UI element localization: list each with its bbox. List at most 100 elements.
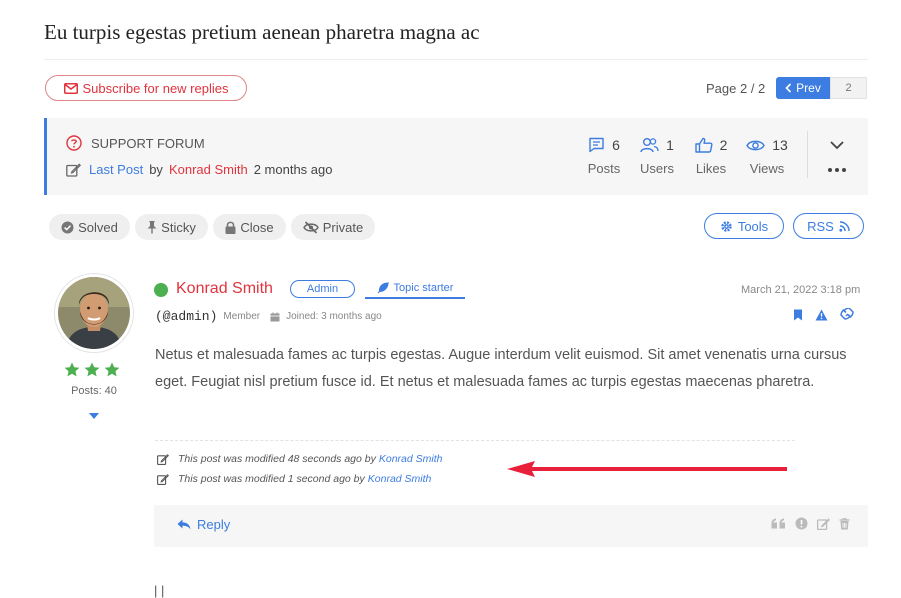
quote-icon[interactable] — [771, 518, 786, 529]
post-footer-actions — [771, 517, 850, 530]
thumbs-up-icon — [694, 137, 713, 153]
stat-likes-value: 2 — [719, 137, 728, 153]
author-details-toggle[interactable] — [87, 408, 101, 426]
edit-icon — [157, 453, 169, 465]
pagination: Prev 2 — [776, 77, 867, 99]
alert-circle-icon[interactable] — [795, 517, 808, 530]
link-icon[interactable] — [840, 308, 854, 321]
chevron-down-icon — [830, 141, 844, 150]
by-label: by — [149, 162, 163, 177]
author-meta-row: (@admin) Member Joined: 3 months ago — [155, 309, 382, 324]
solved-label: Solved — [78, 219, 118, 235]
posts-icon — [589, 137, 604, 153]
stat-views: 13 Views — [742, 135, 792, 176]
avatar-image — [58, 277, 130, 349]
page-number-2[interactable]: 2 — [830, 77, 867, 99]
topic-starter-label: Topic starter — [393, 282, 454, 294]
member-type: Member — [223, 311, 261, 322]
stat-users: 1 Users — [632, 135, 682, 176]
author-handle: (@admin) — [155, 309, 218, 324]
subscribe-label: Subscribe for new replies — [82, 80, 229, 96]
annotation-arrow-icon — [507, 461, 787, 477]
rss-icon — [839, 220, 850, 232]
expand-toggle[interactable] — [827, 135, 847, 155]
modification-text-2: This post was modified 1 second ago by — [178, 473, 365, 485]
tools-label: Tools — [737, 218, 769, 234]
title-divider — [44, 59, 868, 60]
modification-author-1[interactable]: Konrad Smith — [379, 453, 443, 465]
prev-label: Prev — [796, 81, 821, 95]
page-indicator: Page 2 / 2 — [706, 81, 766, 96]
trash-icon[interactable] — [839, 517, 850, 530]
edit-post-icon[interactable] — [817, 517, 830, 530]
close-topic-button[interactable]: Close — [213, 214, 286, 240]
topic-title: Eu turpis egestas pretium aenean pharetr… — [44, 20, 480, 44]
close-label: Close — [240, 219, 274, 235]
eye-icon — [746, 140, 766, 150]
online-status-indicator — [154, 283, 168, 297]
eye-slash-icon — [302, 220, 319, 234]
reply-icon — [177, 519, 191, 530]
stat-likes: 2 Likes — [686, 135, 736, 176]
last-post-link[interactable]: Last Post — [89, 162, 143, 177]
stat-views-value: 13 — [772, 137, 788, 153]
question-circle-icon — [66, 135, 82, 151]
joined-date: Joined: 3 months ago — [286, 311, 382, 322]
avatar[interactable] — [54, 273, 134, 353]
calendar-icon — [270, 312, 280, 321]
stat-users-value: 1 — [666, 137, 674, 153]
gear-icon — [721, 220, 732, 232]
post-content: Netus et malesuada fames ac turpis egest… — [155, 347, 847, 390]
stats-divider — [807, 131, 808, 178]
topic-starter-badge: Topic starter — [365, 279, 465, 299]
caret-down-icon — [89, 413, 99, 419]
post-header-actions — [793, 308, 854, 321]
stat-posts: 6 Posts — [579, 135, 629, 176]
reply-button[interactable]: Reply — [177, 517, 230, 532]
author-posts-count: Posts: 40 — [71, 385, 117, 397]
sticky-button[interactable]: Sticky — [135, 214, 208, 240]
forum-row: SUPPORT FORUM — [66, 135, 205, 151]
star-icon — [64, 362, 80, 377]
envelope-icon — [63, 82, 78, 94]
edit-icon — [157, 473, 169, 485]
stat-posts-value: 6 — [612, 137, 620, 153]
post-date: March 21, 2022 3:18 pm — [741, 284, 861, 296]
solved-button[interactable]: Solved — [49, 214, 130, 240]
edit-icon — [66, 162, 81, 177]
private-label: Private — [322, 219, 364, 235]
star-icon — [104, 362, 120, 377]
report-warning-icon[interactable] — [815, 309, 828, 321]
modification-text-1: This post was modified 48 seconds ago by — [178, 453, 376, 465]
feather-icon — [377, 282, 389, 294]
users-icon — [640, 138, 659, 153]
last-post-time: 2 months ago — [253, 162, 333, 177]
tools-button[interactable]: Tools — [704, 213, 784, 239]
star-icon — [84, 362, 100, 377]
lock-icon — [225, 221, 236, 234]
more-options-icon[interactable] — [827, 163, 847, 177]
private-button[interactable]: Private — [291, 214, 375, 240]
post-content-divider — [155, 440, 795, 441]
member-rating — [64, 362, 120, 377]
rss-label: RSS — [807, 218, 834, 234]
modification-note-2: This post was modified 1 second ago by K… — [157, 473, 431, 485]
prev-page-button[interactable]: Prev — [776, 77, 830, 99]
stat-posts-label: Posts — [587, 161, 621, 176]
role-badge: Admin — [290, 280, 355, 298]
forum-name[interactable]: SUPPORT FORUM — [91, 136, 205, 151]
last-post-row: Last Post by Konrad Smith 2 months ago — [66, 162, 332, 177]
stat-users-label: Users — [640, 161, 674, 176]
reply-label: Reply — [197, 517, 231, 532]
bookmark-icon[interactable] — [793, 309, 803, 321]
modification-author-2[interactable]: Konrad Smith — [368, 473, 432, 485]
sticky-label: Sticky — [161, 219, 196, 235]
rss-button[interactable]: RSS — [793, 213, 864, 239]
subscribe-button[interactable]: Subscribe for new replies — [45, 75, 247, 101]
stat-likes-label: Likes — [695, 161, 727, 176]
chevron-left-icon — [785, 83, 792, 93]
thumbtack-icon — [147, 221, 157, 234]
last-post-author[interactable]: Konrad Smith — [169, 162, 248, 177]
post-author-name[interactable]: Konrad Smith — [176, 280, 273, 298]
post-footer-bar — [154, 505, 868, 547]
